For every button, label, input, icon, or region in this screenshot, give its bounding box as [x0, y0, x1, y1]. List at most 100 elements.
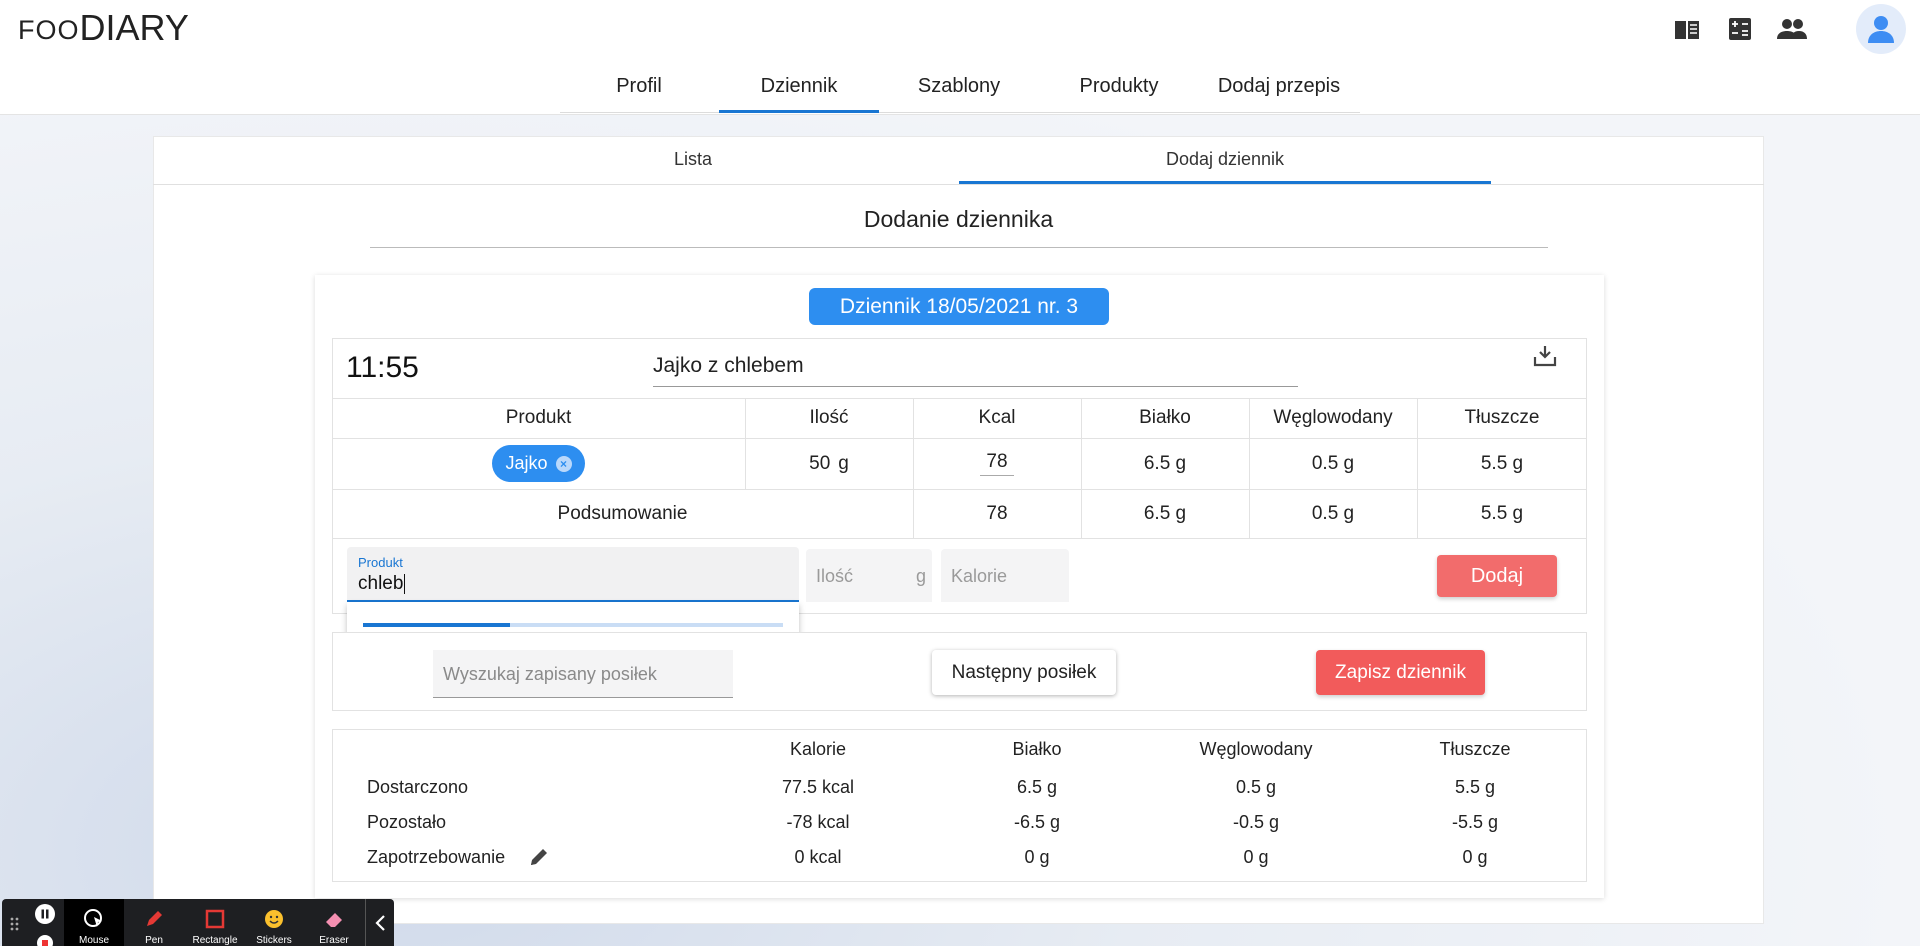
people-icon[interactable] [1777, 14, 1807, 44]
summary-protein: 6.5 g [1143, 502, 1187, 524]
item-kcal[interactable]: 78 [913, 438, 1081, 489]
app-logo[interactable]: FOO DIARY [18, 10, 189, 46]
summary-kcal: 78 [986, 502, 1008, 524]
stop-icon[interactable] [37, 935, 53, 946]
edit-pencil-icon[interactable] [528, 846, 550, 868]
subtab-active-indicator [959, 181, 1491, 184]
loading-progress-bar [363, 623, 510, 627]
sticker-icon [265, 910, 283, 928]
quantity-field[interactable]: Ilość g [806, 549, 932, 602]
totals-col-kalorie: Kalorie [789, 739, 847, 759]
page-title: Dodanie dziennika [863, 206, 1054, 232]
tab-dziennik[interactable]: Dziennik [719, 57, 879, 115]
next-meal-button[interactable]: Następny posiłek [932, 650, 1116, 695]
meal-time[interactable]: 11:55 [346, 351, 419, 385]
totals-cell: -78 kcal [786, 812, 850, 832]
recorder-toolbar: Mouse Pen Rectangle Stickers Eraser [2, 899, 394, 946]
book-icon[interactable] [1672, 14, 1702, 44]
subtab-dodaj-dziennik[interactable]: Dodaj dziennik [959, 136, 1491, 182]
totals-cell: -5.5 g [1451, 812, 1499, 832]
calculator-icon[interactable] [1725, 14, 1755, 44]
saved-meal-search-input[interactable]: Wyszukaj zapisany posiłek [433, 650, 733, 698]
subtab-lista[interactable]: Lista [540, 136, 846, 182]
eraser-icon [326, 913, 342, 927]
col-header-ilosc: Ilość [809, 407, 849, 428]
totals-col-tluszcze: Tłuszcze [1439, 739, 1511, 759]
nav-divider [560, 112, 1360, 113]
avatar-icon [1868, 16, 1894, 43]
totals-row-label: Dostarczono [367, 777, 469, 797]
product-chip-label: Jajko [505, 453, 548, 473]
col-header-bialko: Białko [1139, 407, 1191, 428]
download-icon[interactable] [1532, 343, 1558, 369]
totals-cell: 0 g [1462, 847, 1488, 867]
totals-cell: 6.5 g [1016, 777, 1058, 797]
title-underline [370, 247, 1548, 248]
tool-eraser[interactable]: Eraser [306, 899, 362, 946]
totals-cell: 77.5 kcal [781, 777, 855, 797]
top-bar [0, 0, 1920, 57]
pen-icon [147, 911, 162, 926]
col-header-weglowodany: Węglowodany [1273, 407, 1393, 428]
summary-carbs: 0.5 g [1311, 502, 1355, 524]
tab-profil[interactable]: Profil [580, 57, 698, 115]
quantity-unit: g [915, 566, 926, 586]
avatar[interactable] [1856, 4, 1906, 54]
quantity-placeholder: Ilość [816, 566, 854, 586]
product-chip[interactable]: Jajko × [492, 445, 585, 482]
summary-fat: 5.5 g [1480, 502, 1524, 524]
tool-stickers-label: Stickers [256, 935, 292, 946]
subtab-divider [153, 184, 1764, 185]
meal-name-input[interactable]: Jajko z chlebem [653, 351, 1298, 387]
collapse-chevron-icon[interactable] [372, 913, 390, 933]
product-field-value: chleb [358, 573, 406, 594]
totals-cell: 5.5 g [1454, 777, 1496, 797]
totals-cell: 0.5 g [1235, 777, 1277, 797]
item-fat: 5.5 g [1480, 452, 1524, 474]
remove-chip-icon[interactable]: × [555, 455, 572, 472]
product-field-label: Produkt [358, 555, 403, 570]
item-qty[interactable]: 50 g [745, 438, 913, 489]
summary-label: Podsumowanie [557, 502, 688, 524]
totals-row-label: Zapotrzebowanie [367, 847, 506, 867]
tab-szablony[interactable]: Szablony [880, 57, 1038, 115]
tool-rectangle[interactable]: Rectangle [186, 899, 244, 946]
col-header-produkt: Produkt [505, 407, 572, 428]
calories-placeholder: Kalorie [951, 566, 1008, 586]
totals-cell: -6.5 g [1013, 812, 1061, 832]
totals-cell: 0 kcal [794, 847, 842, 867]
diary-badge: Dziennik 18/05/2021 nr. 3 [809, 288, 1109, 325]
tab-dodaj-przepis[interactable]: Dodaj przepis [1199, 57, 1359, 115]
tool-mouse[interactable]: Mouse [64, 899, 124, 946]
totals-col-bialko: Białko [1012, 739, 1062, 759]
item-carbs: 0.5 g [1311, 452, 1355, 474]
totals-cell: -0.5 g [1232, 812, 1280, 832]
rectangle-icon [205, 909, 225, 929]
totals-cell: 0 g [1243, 847, 1269, 867]
search-placeholder: Wyszukaj zapisany posiłek [443, 664, 657, 684]
save-diary-button[interactable]: Zapisz dziennik [1316, 650, 1485, 695]
tool-mouse-label: Mouse [78, 935, 109, 946]
tab-produkty[interactable]: Produkty [1040, 57, 1198, 115]
pause-icon[interactable] [35, 904, 55, 924]
drag-handle-icon[interactable] [10, 917, 20, 931]
product-search-field[interactable]: Produkt chleb [347, 547, 799, 602]
item-qty-unit: g [838, 452, 849, 474]
active-tab-indicator [719, 110, 879, 113]
mouse-icon [84, 909, 102, 927]
tool-pen[interactable]: Pen [126, 899, 182, 946]
tool-rectangle-label: Rectangle [192, 935, 238, 946]
add-product-button[interactable]: Dodaj [1437, 555, 1557, 597]
calories-field[interactable]: Kalorie [941, 549, 1069, 602]
tool-eraser-label: Eraser [319, 935, 349, 946]
item-kcal-value: 78 [980, 451, 1014, 476]
item-qty-value: 50 [809, 452, 831, 474]
col-header-kcal: Kcal [978, 407, 1016, 428]
tool-stickers[interactable]: Stickers [246, 899, 302, 946]
tool-pen-label: Pen [145, 935, 163, 946]
item-protein: 6.5 g [1143, 452, 1187, 474]
totals-cell: 0 g [1024, 847, 1050, 867]
col-header-tluszcze: Tłuszcze [1464, 407, 1540, 428]
totals-row-label: Pozostało [367, 812, 447, 832]
totals-col-weglowodany: Węglowodany [1199, 739, 1313, 759]
